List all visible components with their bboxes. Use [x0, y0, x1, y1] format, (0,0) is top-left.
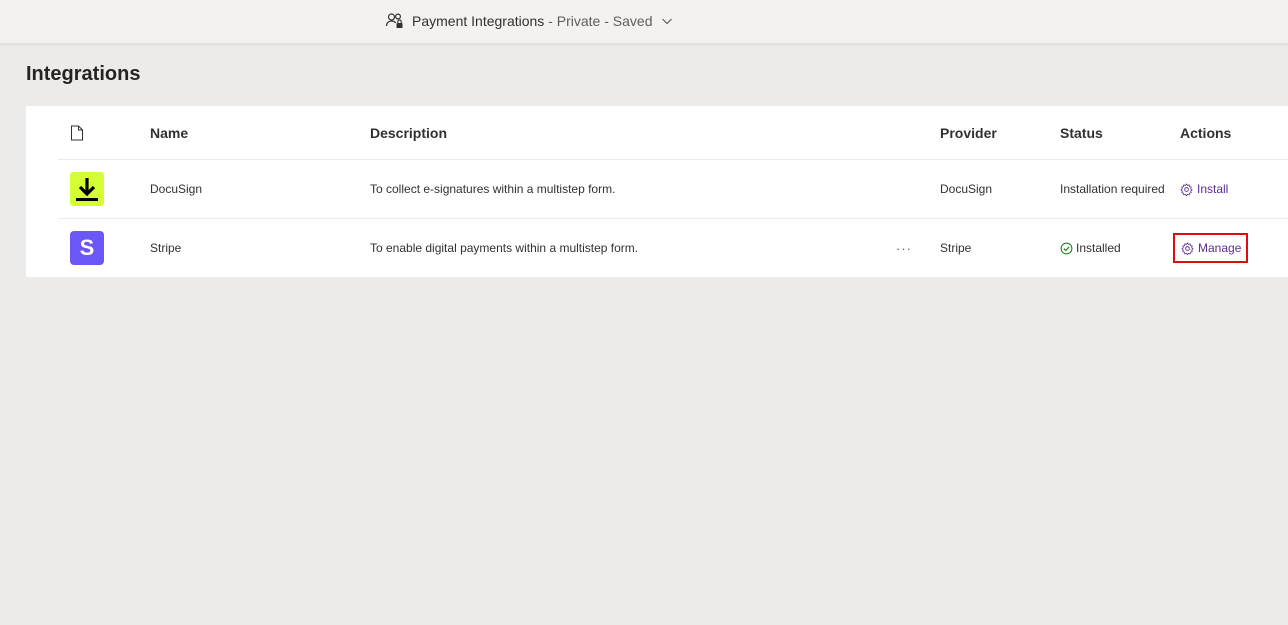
- page-title: Integrations: [26, 63, 141, 85]
- manage-label: Manage: [1198, 241, 1242, 255]
- column-header-description[interactable]: Description: [370, 106, 447, 159]
- top-bar: Payment Integrations - Private - Saved: [0, 0, 1288, 44]
- form-title-dropdown[interactable]: Payment Integrations - Private - Saved: [385, 11, 674, 31]
- gear-icon: [1181, 241, 1194, 255]
- manage-button[interactable]: Manage: [1173, 233, 1249, 263]
- integration-description: To collect e-signatures within a multist…: [370, 182, 616, 196]
- file-icon: [70, 106, 84, 159]
- download-arrow-icon: [76, 178, 98, 201]
- integration-provider: Stripe: [940, 241, 972, 255]
- integration-description: To enable digital payments within a mult…: [370, 241, 639, 255]
- save-state-label: Saved: [612, 13, 653, 29]
- privacy-label: Private: [556, 13, 601, 29]
- title-separator: -: [544, 13, 557, 29]
- chevron-down-icon[interactable]: [660, 14, 674, 28]
- stripe-logo: S: [70, 231, 104, 265]
- check-circle-icon: [1060, 242, 1073, 254]
- install-button[interactable]: Install: [1180, 182, 1228, 196]
- column-header-provider[interactable]: Provider: [940, 106, 997, 159]
- form-title: Payment Integrations: [412, 13, 545, 29]
- docusign-logo: [70, 172, 104, 206]
- column-header-name[interactable]: Name: [150, 106, 188, 159]
- more-options-button[interactable]: ···: [896, 219, 912, 277]
- integration-status: Installed: [1060, 241, 1121, 255]
- table-row[interactable]: S Stripe To enable digital payments with…: [58, 219, 1288, 277]
- integration-provider: DocuSign: [940, 182, 993, 196]
- integration-name: Stripe: [150, 241, 182, 255]
- install-label: Install: [1197, 182, 1229, 196]
- title-separator: -: [600, 13, 613, 29]
- table-header-row: Name Description Provider Status Actions: [58, 106, 1288, 160]
- integration-name: DocuSign: [150, 182, 203, 196]
- table-row[interactable]: DocuSign To collect e-signatures within …: [58, 160, 1288, 219]
- column-header-status[interactable]: Status: [1060, 106, 1103, 159]
- integration-status: Installation required: [1060, 182, 1165, 196]
- status-label: Installed: [1076, 241, 1121, 255]
- gear-icon: [1180, 182, 1193, 196]
- integrations-table: Name Description Provider Status Actions…: [26, 106, 1288, 277]
- column-header-actions: Actions: [1180, 124, 1232, 141]
- people-lock-icon: [385, 11, 405, 31]
